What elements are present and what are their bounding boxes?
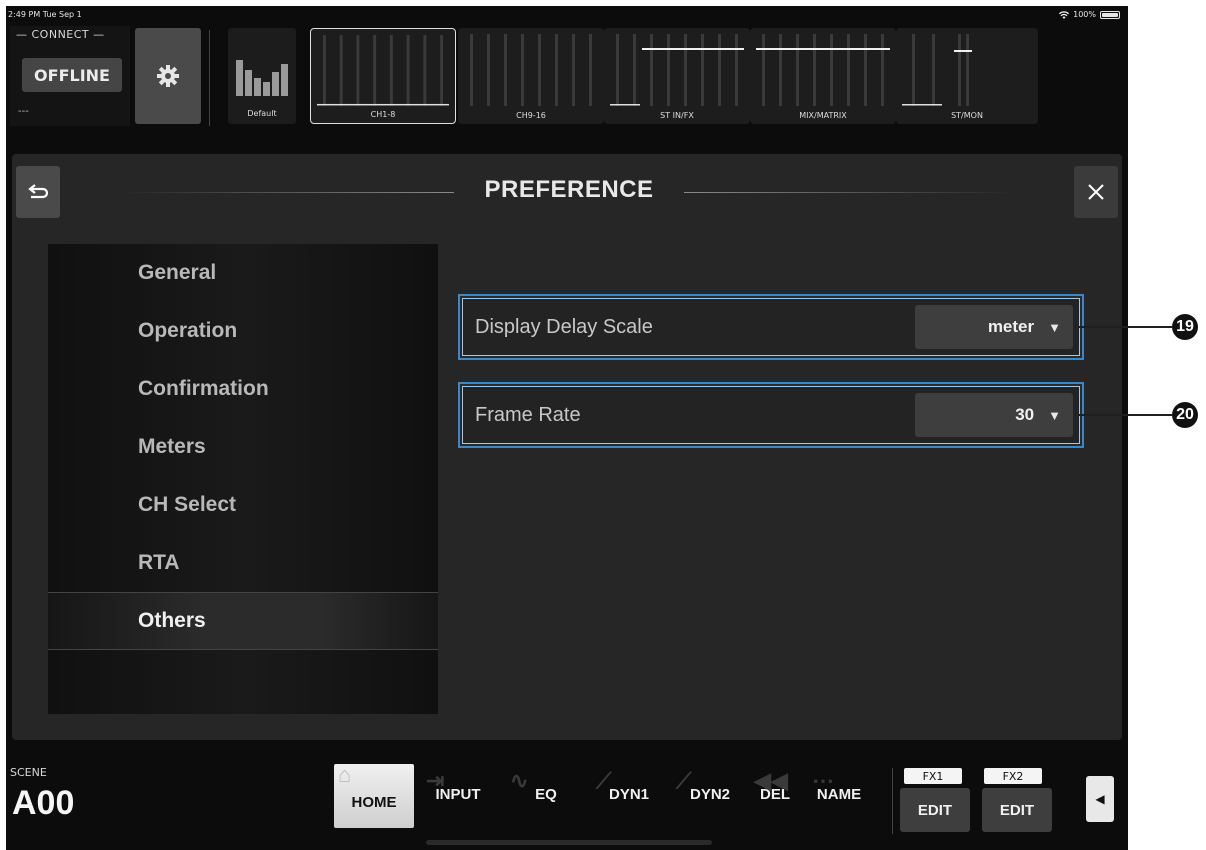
dropdown-arrow-icon: ▼: [1048, 319, 1061, 335]
fx1-label: FX1: [904, 768, 962, 784]
fader-bank-icon: [470, 34, 592, 106]
fader-bank-icon: [902, 34, 972, 106]
fader-bank-icon: [317, 35, 449, 106]
setting-display-delay-scale: Display Delay Scale meter ▼: [458, 294, 1084, 360]
battery-percent: 100%: [1073, 10, 1096, 19]
top-divider: [209, 30, 210, 126]
connect-info: ---: [18, 106, 29, 117]
scene-number[interactable]: A00: [12, 784, 74, 823]
menu-item-meters[interactable]: Meters: [48, 418, 438, 476]
bank-mix-matrix[interactable]: MIX/MATRIX: [750, 28, 896, 124]
fx1-edit-button[interactable]: EDIT: [900, 788, 970, 832]
tab-label: EQ: [535, 786, 557, 803]
title-rule-left: [122, 192, 454, 193]
gear-icon: [157, 65, 179, 87]
bank-label: MIX/MATRIX: [799, 111, 847, 120]
bank-ch1-8[interactable]: CH1-8: [310, 28, 456, 124]
bank-st-mon[interactable]: ST/MON: [896, 28, 1038, 124]
display-delay-scale-dropdown[interactable]: meter ▼: [915, 305, 1073, 349]
default-bank-label: Default: [247, 109, 277, 118]
bank-label: CH9-16: [516, 111, 546, 120]
tab-eq[interactable]: ∿ EQ: [506, 764, 586, 828]
bank-label: ST/MON: [951, 111, 983, 120]
tab-label: NAME: [816, 786, 862, 803]
meter-icon: [236, 60, 288, 96]
home-indicator: [426, 840, 712, 845]
menu-item-general[interactable]: General: [48, 244, 438, 302]
connect-label: — CONNECT —: [16, 28, 105, 41]
bank-label: CH1-8: [370, 110, 396, 119]
side-panel-toggle[interactable]: ◀: [1086, 776, 1114, 822]
tab-label: DYN1: [608, 786, 649, 803]
fx2-edit-button[interactable]: EDIT: [982, 788, 1052, 832]
preference-panel: PREFERENCE General Operation Confirmatio…: [12, 154, 1122, 740]
eq-curve-icon: ∿: [510, 768, 529, 793]
offline-button[interactable]: OFFLINE: [22, 58, 122, 92]
chevron-left-icon: ◀: [1095, 792, 1105, 806]
back-arrow-icon: [28, 184, 49, 199]
dropdown-value: meter: [987, 317, 1035, 336]
back-button[interactable]: [16, 166, 60, 218]
bank-ch9-16[interactable]: CH9-16: [458, 28, 604, 124]
status-time: 2:49 PM Tue Sep 1: [8, 10, 82, 19]
fader-bank-icon: [610, 34, 744, 106]
scene-label: SCENE: [10, 766, 47, 779]
setting-label: Frame Rate: [475, 403, 581, 426]
fx-divider: [892, 768, 893, 834]
tab-home[interactable]: ⌂ HOME: [334, 762, 414, 828]
menu-item-confirmation[interactable]: Confirmation: [48, 360, 438, 418]
menu-item-others[interactable]: Others: [48, 592, 438, 650]
menu-item-ch-select[interactable]: CH Select: [48, 476, 438, 534]
setting-frame-rate: Frame Rate 30 ▼: [458, 382, 1084, 448]
app-screen: 2:49 PM Tue Sep 1 100% — CONNECT — OFFLI…: [6, 6, 1128, 850]
tab-input[interactable]: ⇥ INPUT: [422, 764, 494, 828]
tab-label: HOME: [351, 794, 397, 811]
menu-item-operation[interactable]: Operation: [48, 302, 438, 360]
battery-icon: [1100, 10, 1120, 19]
close-icon: [1088, 184, 1104, 200]
fx2-label: FX2: [984, 768, 1042, 784]
frame-rate-dropdown[interactable]: 30 ▼: [915, 393, 1073, 437]
tab-label: DYN2: [689, 786, 730, 803]
default-bank-button[interactable]: Default: [228, 28, 296, 124]
menu-item-rta[interactable]: RTA: [48, 534, 438, 592]
wifi-icon: [1059, 10, 1070, 19]
tab-dyn1[interactable]: ⟋ DYN1: [592, 764, 666, 828]
callout-badge: 20: [1172, 402, 1198, 428]
preference-menu: General Operation Confirmation Meters CH…: [48, 244, 438, 714]
title-rule-right: [684, 192, 1016, 193]
tab-delay[interactable]: ◀◀ DEL: [750, 764, 800, 828]
tab-label: INPUT: [435, 786, 481, 803]
settings-button[interactable]: [135, 28, 201, 124]
callout-line: [1078, 326, 1172, 328]
bank-label: ST IN/FX: [660, 111, 694, 120]
dropdown-arrow-icon: ▼: [1048, 407, 1061, 423]
status-indicators: 100%: [1059, 10, 1120, 19]
tab-label: DEL: [760, 786, 790, 803]
callout-line: [1078, 414, 1172, 416]
fader-bank-icon: [756, 34, 890, 106]
tab-dyn2[interactable]: ⟋ DYN2: [672, 764, 748, 828]
page-title: PREFERENCE: [484, 176, 654, 203]
callout-badge: 19: [1172, 314, 1198, 340]
home-icon: ⌂: [338, 762, 352, 787]
bank-st-in-fx[interactable]: ST IN/FX: [604, 28, 750, 124]
setting-label: Display Delay Scale: [475, 315, 653, 338]
close-button[interactable]: [1074, 166, 1118, 218]
tab-name[interactable]: ⋯ NAME: [808, 764, 870, 828]
dropdown-value: 30: [1015, 405, 1035, 424]
